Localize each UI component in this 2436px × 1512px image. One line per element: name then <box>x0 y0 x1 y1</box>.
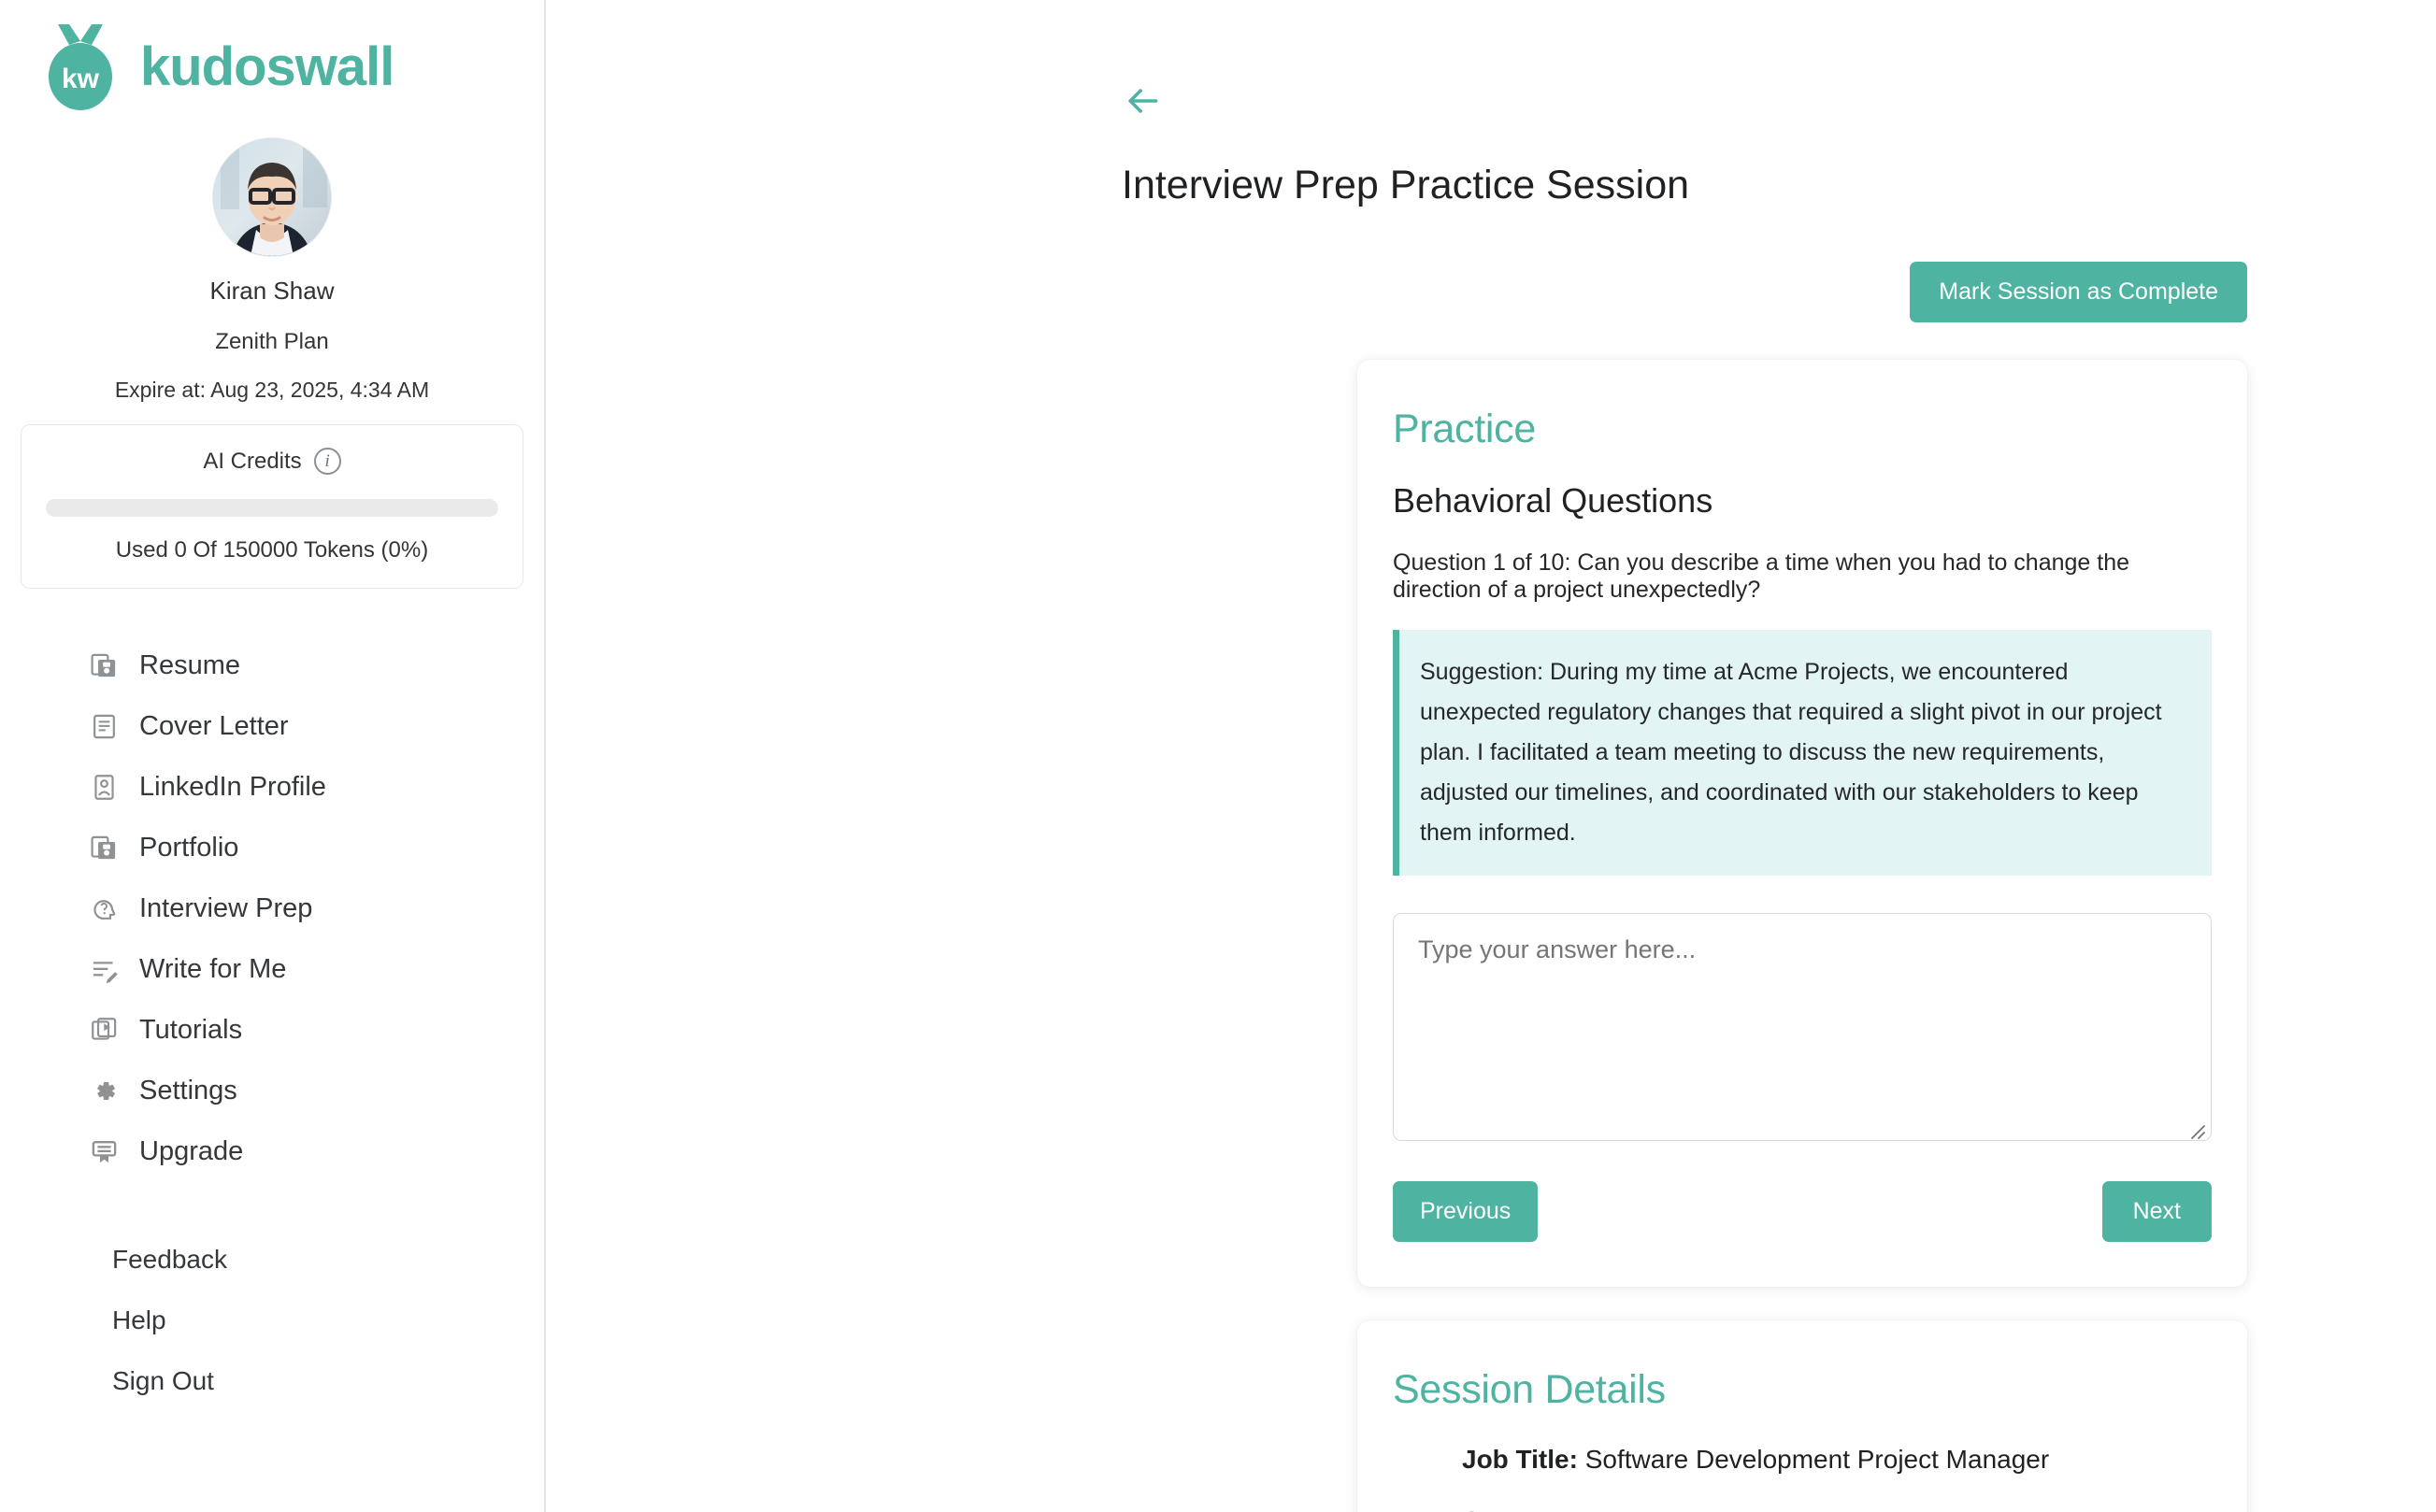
resume-icon <box>90 651 119 680</box>
tutorials-icon <box>90 1016 119 1045</box>
detail-value: Software Development Project Manager <box>1584 1445 2050 1474</box>
sidebar-item-settings[interactable]: Settings <box>90 1061 544 1121</box>
brand-name: kudoswall <box>140 36 394 97</box>
plan-expiry: Expire at: Aug 23, 2025, 4:34 AM <box>114 378 430 402</box>
user-name: Kiran Shaw <box>209 277 335 305</box>
info-icon[interactable]: i <box>313 448 341 475</box>
sidebar-item-help[interactable]: Help <box>112 1290 544 1350</box>
back-button[interactable] <box>1122 80 1163 121</box>
interview-prep-icon <box>90 894 119 923</box>
complete-action-row: Mark Session as Complete <box>546 262 2247 322</box>
detail-value: none <box>1676 1506 1734 1512</box>
app-root: kw kudoswall Kiran Shaw Zenith Plan Expi… <box>0 0 2436 1512</box>
sidebar-item-label: Upgrade <box>139 1136 244 1166</box>
sidebar-item-cover-letter[interactable]: Cover Letter <box>90 696 544 757</box>
question-navigation-row: Previous Next <box>1393 1181 2212 1242</box>
sidebar-item-write-for-me[interactable]: Write for Me <box>90 939 544 1000</box>
session-details-card: Session Details Job Title: Software Deve… <box>1357 1320 2247 1512</box>
answer-field-wrapper <box>1393 876 2212 1146</box>
sidebar-item-label: Interview Prep <box>139 893 313 923</box>
sidebar: kw kudoswall Kiran Shaw Zenith Plan Expi… <box>0 0 546 1512</box>
sidebar-item-interview-prep[interactable]: Interview Prep <box>90 878 544 939</box>
practice-section-title: Behavioral Questions <box>1393 481 1713 520</box>
ai-credits-card: AI Credits i Used 0 Of 150000 Tokens (0%… <box>21 424 523 589</box>
main-content: Interview Prep Practice Session Mark Ses… <box>546 0 2436 1512</box>
page-title: Interview Prep Practice Session <box>1122 163 1690 207</box>
practice-card: Practice Behavioral Questions Question 1… <box>1357 360 2247 1287</box>
detail-label: Company Name: <box>1462 1506 1669 1512</box>
answer-input[interactable] <box>1393 913 2212 1141</box>
previous-question-button[interactable]: Previous <box>1393 1181 1539 1242</box>
sidebar-item-tutorials[interactable]: Tutorials <box>90 1000 544 1061</box>
sidebar-item-upgrade[interactable]: Upgrade <box>90 1121 544 1182</box>
brand-header[interactable]: kw kudoswall <box>0 0 544 120</box>
next-question-button[interactable]: Next <box>2101 1181 2212 1242</box>
portfolio-icon <box>90 834 119 863</box>
profile-block: Kiran Shaw Zenith Plan Expire at: Aug 23… <box>0 138 544 403</box>
detail-row-company-name: Company Name: none <box>1462 1506 2212 1512</box>
sidebar-item-label: LinkedIn Profile <box>139 772 326 802</box>
sidebar-item-resume[interactable]: Resume <box>90 635 544 696</box>
suggestion-box: Suggestion: During my time at Acme Proje… <box>1393 630 2212 876</box>
linkedin-profile-icon <box>90 773 119 802</box>
practice-card-title: Practice <box>1393 407 1536 451</box>
ai-credits-label: AI Credits <box>203 448 302 474</box>
sidebar-item-label: Cover Letter <box>139 711 289 741</box>
sidebar-item-label: Tutorials <box>139 1015 243 1045</box>
session-details-list: Job Title: Software Development Project … <box>1393 1445 2212 1512</box>
sidebar-item-label: Write for Me <box>139 954 287 984</box>
ai-credits-usage-text: Used 0 Of 150000 Tokens (0%) <box>115 537 429 563</box>
svg-text:kw: kw <box>62 64 100 94</box>
detail-label: Job Title: <box>1462 1445 1578 1474</box>
sidebar-item-label: Portfolio <box>139 833 239 863</box>
cover-letter-icon <box>90 712 119 741</box>
session-details-title: Session Details <box>1393 1367 1666 1412</box>
ai-credits-progress-bar <box>46 499 498 517</box>
gear-icon <box>90 1077 119 1105</box>
sidebar-nav: Resume Cover Letter LinkedIn Profile Por… <box>0 635 544 1182</box>
sidebar-item-linkedin-profile[interactable]: LinkedIn Profile <box>90 757 544 818</box>
detail-row-job-title: Job Title: Software Development Project … <box>1462 1445 2212 1475</box>
sidebar-item-portfolio[interactable]: Portfolio <box>90 818 544 878</box>
sidebar-item-label: Settings <box>139 1076 237 1105</box>
ai-credits-header: AI Credits i <box>46 448 498 475</box>
write-for-me-icon <box>90 955 119 984</box>
sidebar-item-sign-out[interactable]: Sign Out <box>112 1350 544 1411</box>
upgrade-icon <box>90 1137 119 1166</box>
question-text: Question 1 of 10: Can you describe a tim… <box>1393 549 2130 603</box>
kudoswall-logo-icon: kw <box>41 22 120 112</box>
avatar[interactable] <box>213 138 331 256</box>
user-plan: Zenith Plan <box>215 329 329 354</box>
sidebar-bottom-nav: Feedback Help Sign Out <box>0 1229 544 1411</box>
sidebar-item-feedback[interactable]: Feedback <box>112 1229 544 1290</box>
sidebar-item-label: Resume <box>139 650 240 680</box>
mark-session-complete-button[interactable]: Mark Session as Complete <box>1910 262 2247 322</box>
